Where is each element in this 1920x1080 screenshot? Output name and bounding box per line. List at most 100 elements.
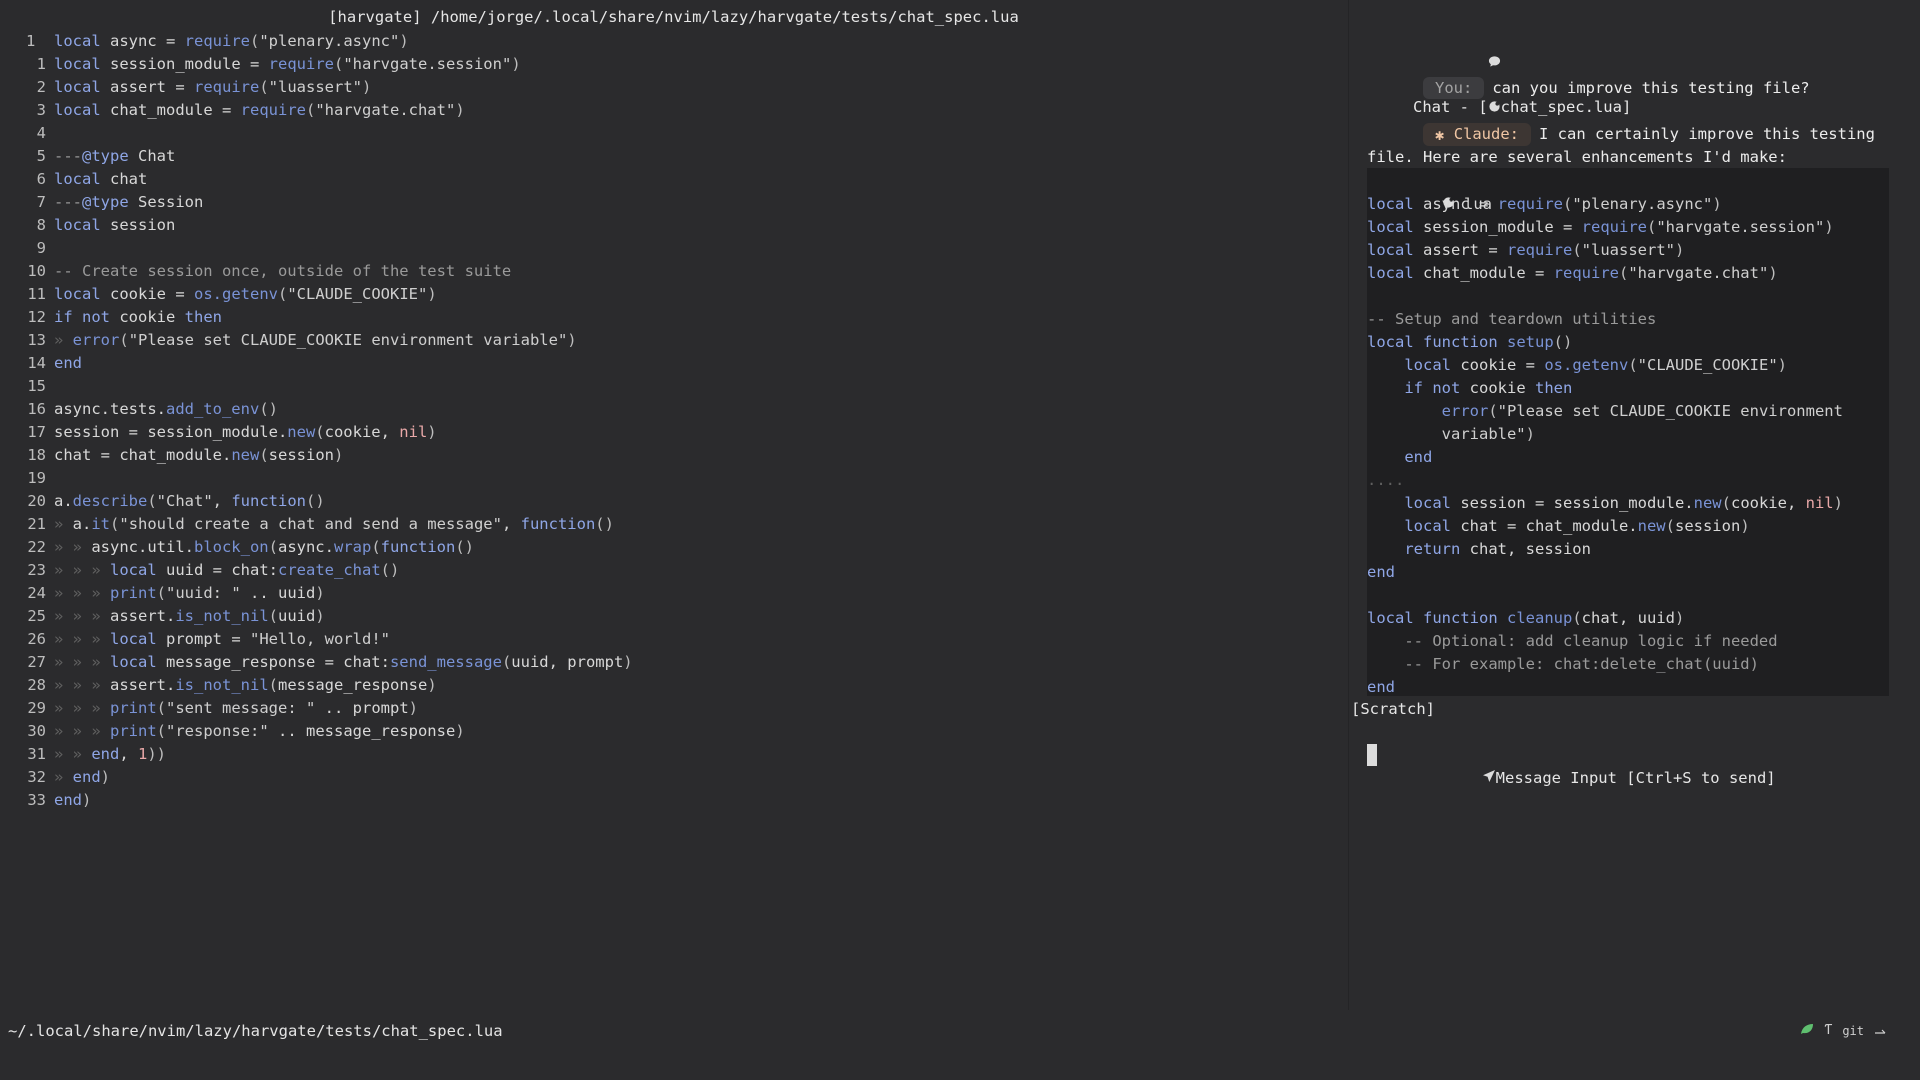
line-content: local chat_module = require("harvgate.ch…: [54, 99, 465, 122]
code-block-token: cookie: [1460, 379, 1535, 397]
code-line[interactable]: 8 local session: [0, 214, 1347, 237]
code-block-line: [1367, 584, 1889, 607]
code-line[interactable]: 13 » error("Please set CLAUDE_COOKIE envi…: [0, 329, 1347, 352]
code-token: @type: [82, 193, 129, 211]
code-token: (: [250, 32, 260, 50]
line-number: 20: [27, 492, 46, 510]
code-line[interactable]: 5 ---@type Chat: [0, 145, 1347, 168]
code-token: chat_module =: [100, 101, 241, 119]
code-line[interactable]: 9: [0, 237, 1347, 260]
code-line[interactable]: 18 chat = chat_module.new(session): [0, 444, 1347, 467]
line-content: local session: [54, 214, 175, 237]
code-line[interactable]: 1 local async = require("plenary.async"): [0, 30, 1347, 53]
code-block-line: local chat_module = require("harvgate.ch…: [1367, 262, 1889, 285]
code-token: cookie =: [100, 285, 194, 303]
line-content: local chat: [54, 168, 147, 191]
code-token: (: [156, 699, 167, 717]
code-area[interactable]: 1 local async = require("plenary.async") 1…: [0, 30, 1347, 812]
code-token: print: [110, 722, 157, 740]
code-block-line: local function cleanup(chat, uuid): [1367, 607, 1889, 630]
code-line[interactable]: 16 async.tests.add_to_env(): [0, 398, 1347, 421]
code-block-token: setup: [1507, 333, 1554, 351]
code-line[interactable]: 10 -- Create session once, outside of the…: [0, 260, 1347, 283]
code-block-token: "CLAUDE_COOKIE": [1637, 356, 1778, 374]
code-line[interactable]: 22» » async.util.block_on(async.wrap(fun…: [0, 536, 1347, 559]
line-number: 31: [27, 745, 46, 763]
code-line[interactable]: 6 local chat: [0, 168, 1347, 191]
code-token: (: [305, 101, 316, 119]
code-token: assert =: [100, 78, 194, 96]
line-number: 9: [36, 239, 46, 257]
code-line[interactable]: 17 session = session_module.new(cookie, n…: [0, 421, 1347, 444]
code-block-token: return: [1404, 540, 1461, 558]
code-token: » » »: [54, 699, 110, 717]
chat-pane[interactable]: Chat - [chat_spec.lua] You: can you impro…: [1348, 0, 1920, 1010]
code-token: session = session_module.: [54, 423, 288, 441]
code-token: "CLAUDE_COOKIE": [287, 285, 428, 303]
code-block-token: require: [1581, 218, 1647, 236]
code-block-token: end: [1404, 448, 1433, 466]
code-token: local: [110, 653, 157, 671]
code-block-token: ): [1777, 356, 1787, 374]
code-token: cookie,: [324, 423, 400, 441]
code-line[interactable]: 4: [0, 122, 1347, 145]
code-block-token: [1367, 653, 1404, 676]
code-line[interactable]: 19: [0, 467, 1347, 490]
code-token: » » »: [54, 607, 110, 625]
code-line[interactable]: 7 ---@type Session: [0, 191, 1347, 214]
code-line[interactable]: 26 » » » local prompt = "Hello, world!": [0, 628, 1347, 651]
code-line[interactable]: 14 end: [0, 352, 1347, 375]
code-line[interactable]: 28 » » » assert.is_not_nil(message_respon…: [0, 674, 1347, 697]
code-token: (: [268, 538, 278, 556]
code-line[interactable]: 31 » » end, 1)): [0, 743, 1347, 766]
code-line[interactable]: 30 » » » print("response:" .. message_res…: [0, 720, 1347, 743]
code-token: async.: [277, 538, 334, 556]
code-block-token: require: [1497, 195, 1563, 213]
line-number: 27: [27, 653, 46, 671]
line-content: » » » print("uuid: " .. uuid): [54, 582, 325, 605]
code-token: cookie: [110, 308, 185, 326]
code-line[interactable]: 15: [0, 375, 1347, 398]
code-line[interactable]: 12 if not cookie then: [0, 306, 1347, 329]
code-block-token: "Please set CLAUDE_COOKIE environment: [1497, 402, 1843, 420]
code-token: a.: [54, 492, 73, 510]
code-line[interactable]: 33 end): [0, 789, 1347, 812]
code-line[interactable]: 20 a.describe("Chat", function(): [0, 490, 1347, 513]
code-block-token: async =: [1413, 195, 1498, 213]
line-content: local assert = require("luassert"): [54, 76, 371, 99]
code-block-token: "harvgate.chat": [1628, 264, 1769, 282]
code-line[interactable]: 11 local cookie = os.getenv("CLAUDE_COOKI…: [0, 283, 1347, 306]
text-cursor[interactable]: [1367, 744, 1377, 766]
code-line[interactable]: 32 » end): [0, 766, 1347, 789]
code-token: » » »: [54, 630, 110, 648]
code-block-token: new: [1693, 494, 1722, 512]
code-line[interactable]: 25 » » » assert.is_not_nil(uuid): [0, 605, 1347, 628]
code-block-token: require: [1553, 264, 1619, 282]
code-line[interactable]: 3 local chat_module = require("harvgate.c…: [0, 99, 1347, 122]
code-token: ): [427, 676, 437, 694]
line-content: session = session_module.new(cookie, nil…: [54, 421, 437, 444]
editor-pane[interactable]: [harvgate] /home/jorge/.local/share/nvim…: [0, 0, 1347, 1010]
code-line[interactable]: 24 » » » print("uuid: " .. uuid): [0, 582, 1347, 605]
code-token: async =: [100, 32, 185, 50]
code-line[interactable]: 29 » » » print("sent message: " .. prompt…: [0, 697, 1347, 720]
code-block-token: -- Setup and teardown utilities: [1367, 310, 1657, 328]
code-token: require: [184, 32, 250, 50]
code-block-token: local: [1367, 241, 1414, 259]
code-token: uuid = chat:: [156, 561, 278, 579]
code-line[interactable]: 1 local session_module = require("harvgat…: [0, 53, 1347, 76]
code-token: require: [240, 101, 306, 119]
user-message-text: can you improve this testing file?: [1492, 79, 1810, 97]
code-token: "plenary.async": [259, 32, 400, 50]
line-content: » » async.util.block_on(async.wrap(funct…: [54, 536, 474, 559]
code-token: local: [54, 78, 101, 96]
code-block-token: chat, session: [1460, 540, 1591, 558]
code-token: end: [54, 791, 82, 809]
code-line[interactable]: 27 » » » local message_response = chat:se…: [0, 651, 1347, 674]
code-line[interactable]: 23 » » » local uuid = chat:create_chat(): [0, 559, 1347, 582]
code-block[interactable]: lua local async = require("plenary.async…: [1367, 168, 1889, 696]
code-line[interactable]: 2 local assert = require("luassert"): [0, 76, 1347, 99]
code-line[interactable]: 21 » a.it("should create a chat and send …: [0, 513, 1347, 536]
code-token: » »: [54, 538, 92, 556]
code-block-token: ): [1675, 241, 1685, 259]
